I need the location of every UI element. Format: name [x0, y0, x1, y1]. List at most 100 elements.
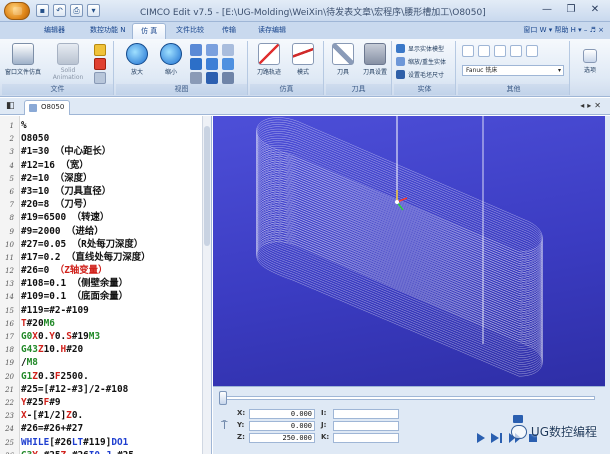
other-icon-1[interactable] — [462, 45, 474, 57]
other-icon-5[interactable] — [526, 45, 538, 57]
code-line[interactable]: 1% — [0, 119, 204, 132]
tab-simulation[interactable]: 仿 真 — [132, 23, 167, 39]
line-number: 24 — [5, 425, 14, 434]
chevron-down-icon: ▾ — [557, 67, 561, 74]
code-line[interactable]: 12 #26=0 （Z轴变量） — [0, 264, 204, 277]
tab-nav-controls[interactable]: ◂▸✕ — [580, 101, 604, 110]
code-line[interactable]: 25 WHILE[#26LT#119]DO1 — [0, 436, 204, 449]
view-iso-icon[interactable] — [190, 72, 202, 84]
code-line[interactable]: 15 #119=#2-#109 — [0, 304, 204, 317]
options-button[interactable]: 选项 — [573, 49, 607, 89]
other-icon-4[interactable] — [510, 45, 522, 57]
code-line[interactable]: 23 X-[#1/2]Z0. — [0, 409, 204, 422]
code-line[interactable]: 4 #12=16 （宽） — [0, 159, 204, 172]
code-line[interactable]: 10 #27=0.05 （R处每刀深度） — [0, 238, 204, 251]
window-title: CIMCO Edit v7.5 - [E:\UG-Molding\WeiXin\… — [140, 8, 486, 18]
playback-slider-track[interactable] — [223, 396, 595, 400]
tab-read-edit[interactable]: 读存编辑 — [250, 23, 294, 39]
show-solid-model-button[interactable]: 显示实体模型 — [396, 44, 444, 53]
playback-slider-thumb[interactable] — [219, 391, 227, 405]
speed-marker-icon[interactable] — [513, 415, 523, 423]
print-preview-icon[interactable] — [94, 72, 106, 84]
print-icon[interactable]: ⎙ — [70, 4, 83, 17]
code-line[interactable]: 9 #9=2000 （进给） — [0, 225, 204, 238]
delete-icon[interactable] — [94, 58, 106, 70]
code-line[interactable]: 8 #19=6500 （转速） — [0, 211, 204, 224]
tab-list-icon[interactable]: ◧ — [6, 101, 15, 111]
ribbon-right-menu[interactable]: 窗口 W ▾ 帮助 H ▾ – ♬ × — [523, 25, 604, 35]
code-line[interactable]: 19/M8 — [0, 356, 204, 369]
group-label-solid: 实体 — [394, 84, 455, 95]
simulation-viewport[interactable] — [213, 116, 605, 386]
view-front-icon[interactable] — [190, 58, 202, 70]
viewport-scrollbar[interactable] — [605, 116, 610, 454]
zoom-out-button[interactable]: 缩小 — [154, 43, 188, 83]
code-line[interactable]: 5 #2=10 （深度） — [0, 172, 204, 185]
view-top-icon[interactable] — [206, 58, 218, 70]
group-label-file: 文件 — [2, 84, 113, 95]
rescale-solid-button[interactable]: 缩放/重生实体 — [396, 57, 446, 66]
maximize-button[interactable]: ❐ — [560, 3, 582, 18]
tab-file-compare[interactable]: 文件比较 — [168, 23, 212, 39]
code-line[interactable]: 21 #25=[#12-#3]/2-#108 — [0, 383, 204, 396]
code-line[interactable]: 6 #3=10 （刀具直径） — [0, 185, 204, 198]
qat-dropdown-icon[interactable]: ▾ — [87, 4, 100, 17]
code-line[interactable]: 20 G1Z0.3F2500. — [0, 370, 204, 383]
code-text: #3=10 — [21, 185, 50, 197]
folder-icon[interactable] — [94, 44, 106, 56]
view-options-icon[interactable] — [222, 72, 234, 84]
code-line[interactable]: 7 #20=8 （刀号） — [0, 198, 204, 211]
solid-animation-button[interactable]: Solid Animation — [48, 43, 88, 83]
code-text: /M8 — [21, 357, 38, 369]
group-label-other: 其他 — [458, 84, 569, 95]
code-comment: （直线处每刀深度） — [60, 251, 151, 263]
code-line[interactable]: 22 Y#25F#9 — [0, 396, 204, 409]
editor-scrollbar[interactable] — [202, 116, 211, 454]
step-forward-button[interactable] — [491, 433, 502, 443]
group-label-simulation: 仿真 — [250, 84, 323, 95]
toolpath-button[interactable]: 刀路轨迹 — [252, 43, 286, 83]
code-line[interactable]: 16 T#20M6 — [0, 317, 204, 330]
code-text: X-[#1/2]Z0. — [21, 410, 84, 422]
undo-icon[interactable]: ↶ — [53, 4, 66, 17]
tab-transfer[interactable]: 传输 — [214, 23, 244, 39]
zoom-in-button[interactable]: 放大 — [120, 43, 154, 83]
window-file-sim-button[interactable]: 窗口文件仿真 — [4, 43, 42, 83]
line-number: 5 — [9, 174, 14, 183]
tab-editor[interactable]: 编辑器 — [36, 23, 73, 39]
code-line[interactable]: 13 #108=0.1 （侧壁余量） — [0, 277, 204, 290]
close-button[interactable]: ✕ — [584, 3, 606, 18]
line-number: 19 — [5, 359, 14, 368]
code-line[interactable]: 17 G0X0.Y0.S#19M3 — [0, 330, 204, 343]
code-line[interactable]: 24 #26=#26+#27 — [0, 422, 204, 435]
tab-nc-functions[interactable]: 数控功能 N — [82, 23, 133, 39]
code-editor[interactable]: 1% 2 O8050 3 #1=30 （中心距长） 4 #12=16 （宽） 5 #2=10 （… — [0, 116, 212, 454]
code-comment: （刀具直径） — [49, 185, 112, 197]
view-side-icon[interactable] — [222, 58, 234, 70]
save-icon[interactable]: ▪ — [36, 4, 49, 17]
app-menu-button[interactable] — [4, 2, 30, 20]
tool-button[interactable]: 刀具 — [326, 43, 360, 83]
stock-size-button[interactable]: 设置毛坯尺寸 — [396, 70, 444, 79]
minimize-button[interactable]: — — [536, 3, 558, 18]
code-text: #17=0.2 — [21, 251, 61, 263]
tool-settings-button[interactable]: 刀具设置 — [358, 43, 392, 83]
code-line[interactable]: 3 #1=30 （中心距长） — [0, 145, 204, 158]
mode-button[interactable]: 模式 — [286, 43, 320, 83]
code-line[interactable]: 26G3Y-#25Z-#26I0.J-#25 — [0, 449, 204, 454]
zoom-fit-icon[interactable] — [190, 44, 202, 56]
code-line[interactable]: 14 #109=0.1 （底面余量） — [0, 290, 204, 303]
code-line[interactable]: 11 #17=0.2 （直线处每刀深度） — [0, 251, 204, 264]
code-line[interactable]: 18 G43Z10.H#20 — [0, 343, 204, 356]
machine-select[interactable]: Fanuc 铣床 ▾ — [462, 65, 564, 76]
view-reset-icon[interactable] — [206, 72, 218, 84]
rotate-view-icon[interactable] — [206, 44, 218, 56]
play-button[interactable] — [477, 433, 485, 443]
line-number: 8 — [9, 214, 14, 223]
other-icon-2[interactable] — [478, 45, 490, 57]
doc-tab-o8050[interactable]: O8050 — [24, 100, 70, 115]
toolpath-icon — [258, 43, 280, 65]
pan-view-icon[interactable] — [222, 44, 234, 56]
other-icon-3[interactable] — [494, 45, 506, 57]
code-line[interactable]: 2 O8050 — [0, 132, 204, 145]
